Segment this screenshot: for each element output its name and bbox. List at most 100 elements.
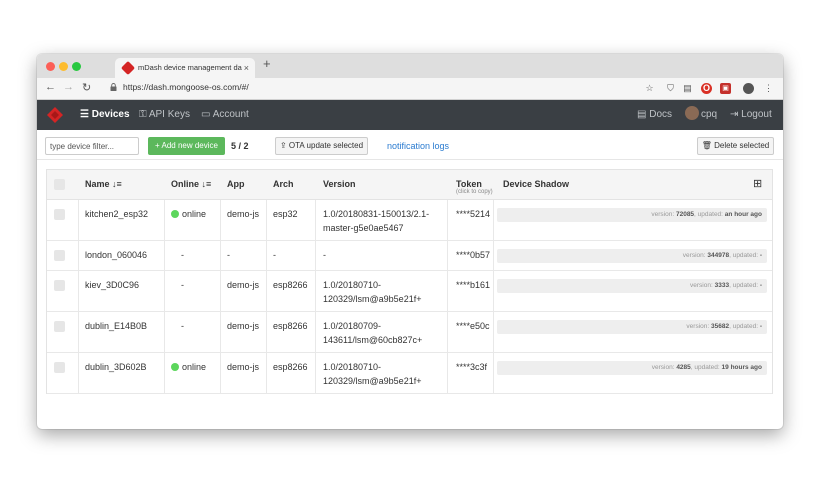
- browser-window: mDash device management da × + ← → ↻ htt…: [37, 54, 783, 429]
- tab-title: mDash device management da: [138, 63, 242, 72]
- nav-docs-label: Docs: [649, 109, 673, 120]
- device-app: demo-js: [227, 321, 260, 331]
- device-token-link[interactable]: ****e50c: [456, 319, 490, 333]
- minimize-window-button[interactable]: [59, 62, 68, 71]
- device-online-status: -: [181, 250, 184, 260]
- online-status-dot: [171, 363, 179, 371]
- nav-api-keys-label: API Keys: [148, 109, 190, 120]
- nav-docs[interactable]: ▤ Docs: [637, 100, 672, 130]
- device-version-line1: 1.0/20180831-150013/2.1-: [323, 209, 430, 219]
- menu-dots-icon[interactable]: ⋮: [763, 83, 774, 94]
- row-checkbox[interactable]: [54, 209, 65, 220]
- device-app: demo-js: [227, 362, 260, 372]
- add-new-device-button[interactable]: + Add new device: [148, 137, 225, 155]
- nav-user-label: cpq: [701, 109, 718, 120]
- trash-icon: 🗑: [701, 141, 715, 150]
- table-row: dublin_3D602B online demo-js esp8266 1.0/201…: [47, 353, 772, 394]
- nav-user[interactable]: cpq: [685, 100, 717, 130]
- nav-logout[interactable]: ⇥ Logout: [730, 100, 772, 130]
- nav-devices[interactable]: ☰ Devices: [80, 100, 130, 130]
- device-shadow-summary[interactable]: version: 72085, updated: an hour ago: [497, 208, 767, 222]
- device-version-line1: 1.0/20180709-: [323, 321, 382, 331]
- star-bookmark-icon[interactable]: ☆: [644, 83, 655, 94]
- device-version-line1: 1.0/20180710-: [323, 362, 382, 372]
- device-name-link[interactable]: kitchen2_esp32: [85, 207, 148, 221]
- nav-account[interactable]: ▭ Account: [201, 100, 249, 130]
- device-token-link[interactable]: ****b161: [456, 278, 490, 292]
- device-version-line1: -: [323, 250, 326, 260]
- device-app: demo-js: [227, 209, 260, 219]
- new-tab-button[interactable]: +: [263, 56, 271, 71]
- reload-icon[interactable]: ↻: [82, 81, 91, 94]
- close-window-button[interactable]: [46, 62, 55, 71]
- opera-extension-icon[interactable]: O: [701, 83, 712, 94]
- id-card-icon: ▭: [201, 109, 213, 120]
- device-arch: -: [273, 250, 276, 260]
- row-checkbox[interactable]: [54, 362, 65, 373]
- device-app: demo-js: [227, 280, 260, 290]
- header-device-shadow: Device Shadow: [503, 179, 570, 189]
- nav-api-keys[interactable]: ⚿ API Keys: [139, 100, 190, 130]
- ota-update-selected-button[interactable]: ⇪ OTA update selected: [275, 137, 368, 155]
- device-arch: esp32: [273, 209, 298, 219]
- lock-icon: [110, 83, 117, 91]
- extension-reader-icon[interactable]: ▤: [682, 83, 693, 94]
- device-app: -: [227, 250, 230, 260]
- device-shadow-summary[interactable]: version: 3333, updated: -: [497, 279, 767, 293]
- device-shadow-summary[interactable]: version: 35682, updated: -: [497, 320, 767, 334]
- device-version-line2: 120329/lsm@a9b5e21f+: [323, 376, 422, 386]
- device-version-line2: master-g5e0ae5467: [323, 223, 404, 233]
- delete-selected-button[interactable]: 🗑 Delete selected: [697, 137, 774, 155]
- table-row: kitchen2_esp32 online demo-js esp32 1.0/2018…: [47, 200, 772, 241]
- forward-arrow-icon[interactable]: →: [63, 81, 74, 93]
- key-icon: ⚿: [139, 109, 149, 120]
- device-token-link[interactable]: ****3c3f: [456, 360, 487, 374]
- tab-strip: mDash device management da × +: [37, 54, 783, 78]
- device-name-link[interactable]: dublin_E14B0B: [85, 319, 147, 333]
- nav-devices-label: Devices: [91, 109, 130, 120]
- sort-icon[interactable]: ↓≡: [202, 179, 212, 189]
- device-version-line2: 120329/lsm@a9b5e21f+: [323, 294, 422, 304]
- device-shadow-summary[interactable]: version: 4285, updated: 19 hours ago: [497, 361, 767, 375]
- device-name-link[interactable]: kiev_3D0C96: [85, 278, 139, 292]
- back-arrow-icon[interactable]: ←: [45, 81, 56, 93]
- extension-red-icon[interactable]: ▣: [720, 83, 731, 94]
- row-checkbox[interactable]: [54, 280, 65, 291]
- device-online-status: online: [171, 360, 206, 374]
- row-checkbox[interactable]: [54, 321, 65, 332]
- extension-shield-icon[interactable]: ⛉: [665, 83, 676, 94]
- device-shadow-summary[interactable]: version: 344978, updated: -: [497, 249, 767, 263]
- profile-avatar-icon[interactable]: [743, 83, 754, 94]
- upload-icon: ⇪: [279, 141, 289, 150]
- url-field[interactable]: https://dash.mongoose-os.com/#/: [123, 82, 249, 92]
- header-token-hint: (click to copy): [456, 189, 493, 195]
- device-token-link[interactable]: ****0b57: [456, 248, 490, 262]
- device-version-line1: 1.0/20180710-: [323, 280, 382, 290]
- nav-logout-label: Logout: [741, 109, 772, 120]
- tab-close-icon[interactable]: ×: [244, 58, 249, 78]
- mdash-logo-icon[interactable]: [47, 107, 63, 123]
- header-online[interactable]: Online ↓≡: [171, 179, 211, 189]
- device-token-link[interactable]: ****5214: [456, 207, 490, 221]
- device-version-line2: 143611/lsm@60cb827c+: [323, 335, 423, 345]
- table-row: kiev_3D0C96 - demo-js esp8266 1.0/20180710- 1…: [47, 271, 772, 312]
- delete-selected-label: Delete selected: [714, 141, 770, 150]
- notification-logs-link[interactable]: notification logs: [387, 137, 449, 155]
- expand-icon[interactable]: ⊞: [753, 177, 762, 190]
- device-filter-input[interactable]: [45, 137, 139, 155]
- book-icon: ▤: [637, 109, 650, 120]
- maximize-window-button[interactable]: [72, 62, 81, 71]
- header-app: App: [227, 179, 245, 189]
- ota-update-label: OTA update selected: [288, 141, 364, 150]
- device-name-link[interactable]: london_060046: [85, 248, 147, 262]
- user-avatar: [685, 106, 699, 120]
- device-arch: esp8266: [273, 321, 308, 331]
- sort-icon[interactable]: ↓≡: [112, 179, 122, 189]
- app-navbar: ☰ Devices ⚿ API Keys ▭ Account ▤ Docs cp…: [37, 100, 783, 130]
- browser-tab[interactable]: mDash device management da ×: [115, 58, 255, 78]
- list-icon: ☰: [80, 109, 92, 120]
- header-name[interactable]: Name ↓≡: [85, 179, 122, 189]
- row-checkbox[interactable]: [54, 250, 65, 261]
- device-name-link[interactable]: dublin_3D602B: [85, 360, 147, 374]
- select-all-checkbox[interactable]: [54, 179, 65, 190]
